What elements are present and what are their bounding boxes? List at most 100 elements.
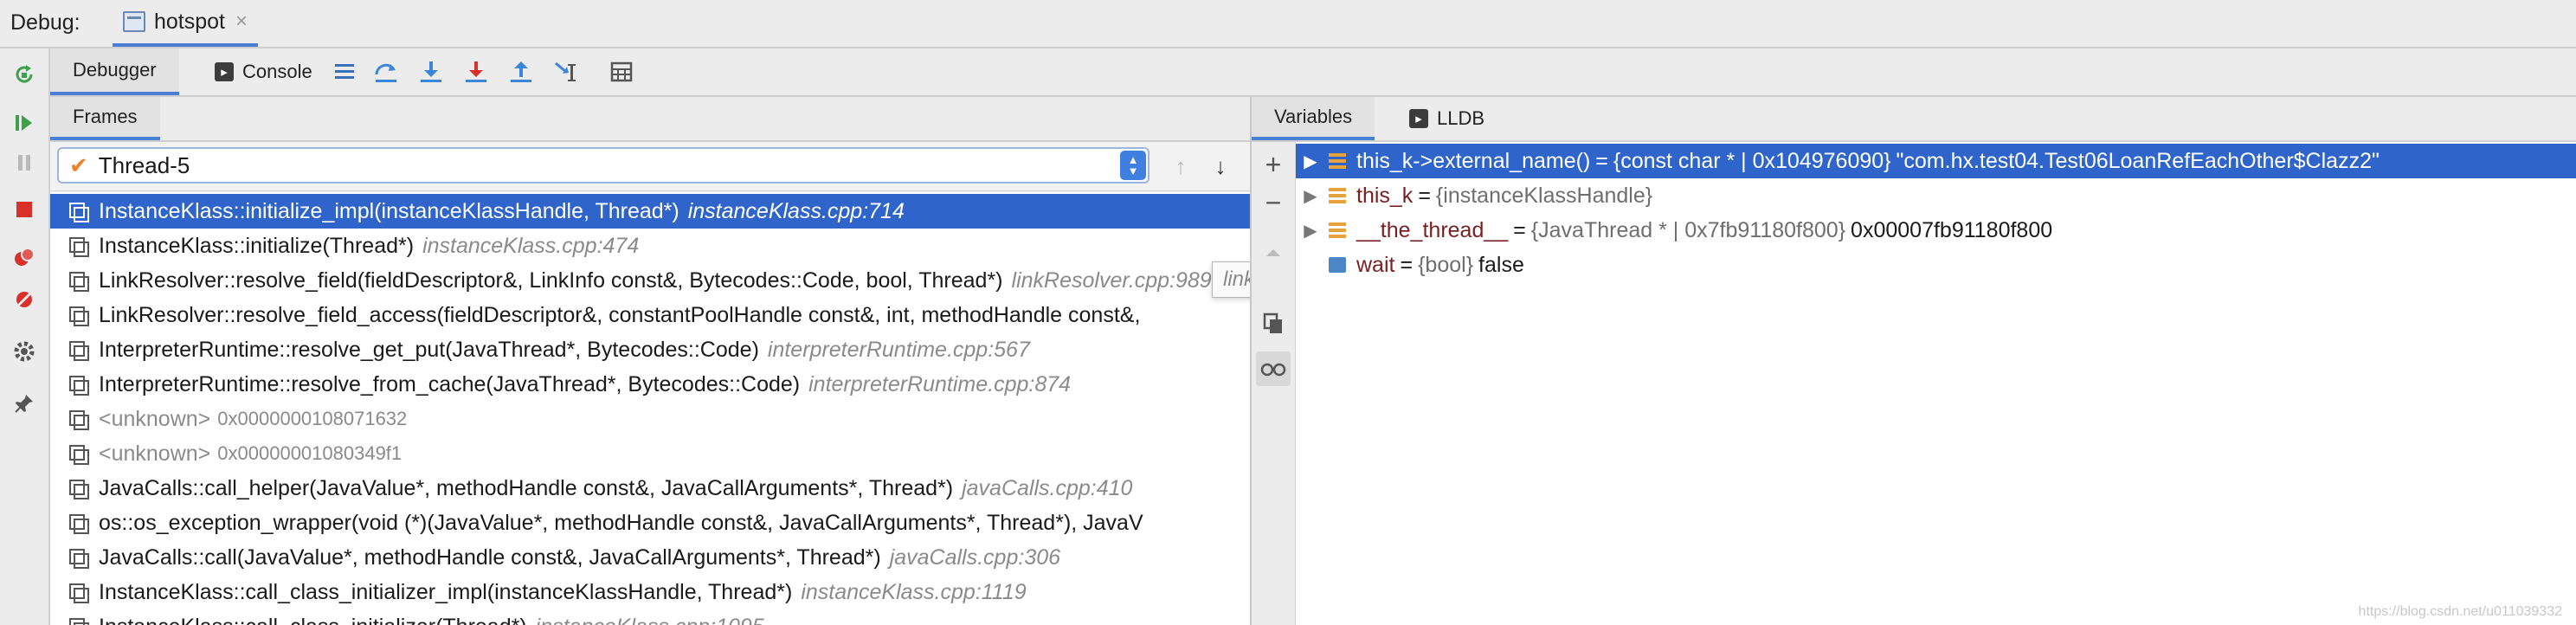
frame-row[interactable]: InstanceKlass::call_class_initializer(Th…	[50, 609, 1250, 625]
tab-frames-label: Frames	[73, 106, 138, 127]
close-tab-icon[interactable]: ×	[235, 10, 248, 34]
session-tab-hotspot[interactable]: hotspot ×	[113, 0, 259, 47]
stack-frame-icon	[69, 514, 89, 534]
frame-method: LinkResolver::resolve_field(fieldDescrip…	[99, 267, 1003, 293]
variable-name: this_k->external_name()	[1356, 148, 1591, 173]
variable-type: {instanceKlassHandle}	[1435, 183, 1653, 208]
variable-name: wait	[1356, 252, 1395, 277]
tab-frames[interactable]: Frames	[50, 97, 160, 140]
debug-label: Debug:	[10, 10, 80, 35]
tab-variables[interactable]: Variables	[1252, 97, 1375, 140]
variable-value: false	[1478, 252, 1524, 277]
resume-icon[interactable]	[7, 106, 42, 140]
frame-location: interpreterRuntime.cpp:567	[767, 337, 1030, 362]
stack-frame-icon	[69, 410, 89, 430]
frame-row[interactable]: InterpreterRuntime::resolve_get_put(Java…	[50, 332, 1250, 367]
expand-arrow-icon[interactable]: ▶	[1301, 185, 1320, 207]
frame-location: instanceKlass.cpp:714	[687, 198, 905, 223]
pause-icon[interactable]	[7, 145, 42, 180]
frames-header: Frames	[50, 97, 1250, 142]
frame-method: <unknown>	[99, 441, 211, 466]
stack-frame-icon	[69, 341, 89, 361]
mute-breakpoints-icon[interactable]	[7, 282, 42, 317]
step-into-icon[interactable]	[414, 55, 448, 89]
expand-arrow-icon[interactable]: ▶	[1301, 151, 1320, 172]
previous-frame-icon[interactable]: ↑	[1165, 151, 1196, 182]
glasses-icon[interactable]	[1256, 351, 1291, 386]
variable-row[interactable]: ▶ this_k = {instanceKlassHandle}	[1296, 178, 2576, 213]
view-breakpoints-icon[interactable]	[7, 241, 42, 275]
frame-row[interactable]: InstanceKlass::call_class_initializer_im…	[50, 575, 1250, 609]
tab-lldb-label: LLDB	[1437, 107, 1485, 129]
thread-select[interactable]: ✔ Thread-5 ▲ ▼	[57, 147, 1150, 184]
variable-name: __the_thread__	[1356, 217, 1509, 242]
variables-side-toolbar: + −	[1252, 142, 1296, 625]
console-icon: ▸	[215, 62, 234, 81]
evaluate-icon[interactable]	[604, 55, 639, 89]
next-frame-icon[interactable]: ↓	[1205, 151, 1236, 182]
expand-arrow-icon[interactable]: ▶	[1301, 220, 1320, 242]
variable-row[interactable]: wait = {bool} false	[1296, 248, 2576, 282]
session-tab-label: hotspot	[154, 9, 226, 34]
frame-location: instanceKlass.cpp:474	[422, 233, 640, 258]
remove-watch-icon[interactable]: −	[1256, 185, 1291, 220]
debugger-toolbar: Debugger ▸ Console	[50, 48, 2576, 97]
step-out-icon[interactable]	[504, 55, 538, 89]
frame-row[interactable]: LinkResolver::resolve_field_access(field…	[50, 298, 1250, 332]
debug-session-bar: Debug: hotspot ×	[0, 0, 2576, 48]
pin-icon[interactable]	[7, 386, 42, 421]
frame-row[interactable]: os::os_exception_wrapper(void (*)(JavaVa…	[50, 506, 1250, 540]
frame-row[interactable]: LinkResolver::resolve_field(fieldDescrip…	[50, 263, 1250, 298]
stack-frame-icon	[69, 445, 89, 465]
stack-frame-icon	[69, 272, 89, 292]
frame-row[interactable]: <unknown> 0x0000000108071632	[50, 402, 1250, 436]
frame-row[interactable]: InstanceKlass::initialize_impl(instanceK…	[50, 194, 1250, 229]
frame-row[interactable]: InterpreterRuntime::resolve_from_cache(J…	[50, 367, 1250, 402]
add-watch-icon[interactable]: +	[1256, 147, 1291, 182]
frame-location: javaCalls.cpp:306	[889, 544, 1061, 570]
stack-frame-icon	[69, 376, 89, 396]
up-icon[interactable]	[1256, 235, 1291, 270]
variable-row[interactable]: ▶ this_k->external_name() = {const char * |…	[1296, 144, 2576, 178]
force-step-into-icon[interactable]	[459, 55, 493, 89]
equals-sign: =	[1595, 148, 1608, 173]
stack-frame-icon	[69, 583, 89, 603]
frame-method: <unknown>	[99, 406, 211, 431]
watermark: https://blog.csdn.net/u011039332	[2358, 604, 2562, 619]
variable-value: "com.hx.test04.Test06LoanRefEachOther$Cl…	[1896, 148, 2380, 173]
frame-method: LinkResolver::resolve_field_access(field…	[99, 302, 1141, 327]
frame-row[interactable]: JavaCalls::call_helper(JavaValue*, metho…	[50, 471, 1250, 506]
frame-location: javaCalls.cpp:410	[962, 475, 1133, 500]
dropdown-arrow-icon[interactable]: ▲ ▼	[1120, 151, 1146, 180]
frame-location: interpreterRuntime.cpp:874	[808, 371, 1072, 396]
frame-location: instanceKlass.cpp:1119	[801, 579, 1027, 604]
thread-suspended-icon: ✔	[69, 151, 88, 178]
run-to-cursor-icon[interactable]	[549, 55, 583, 89]
tab-debugger[interactable]: Debugger	[50, 48, 179, 95]
frame-row[interactable]: <unknown> 0x00000001080349f1	[50, 436, 1250, 471]
tab-console[interactable]: ▸ Console	[206, 48, 321, 95]
step-over-icon[interactable]	[369, 55, 403, 89]
tab-variables-label: Variables	[1274, 106, 1353, 127]
variable-name: this_k	[1356, 183, 1414, 208]
frame-method: InterpreterRuntime::resolve_get_put(Java…	[99, 337, 759, 362]
frame-method: InterpreterRuntime::resolve_from_cache(J…	[99, 371, 801, 396]
stack-frame-icon	[69, 480, 89, 499]
settings-icon[interactable]	[7, 334, 42, 369]
field-variable-icon	[1329, 188, 1346, 203]
rerun-icon[interactable]	[7, 57, 42, 92]
frame-location: instanceKlass.cpp:1095	[536, 615, 764, 625]
frame-address: 0x0000000108071632	[217, 408, 408, 429]
frame-row[interactable]: InstanceKlass::initialize(Thread*) instan…	[50, 229, 1250, 263]
frame-method: InstanceKlass::initialize_impl(instanceK…	[99, 198, 679, 223]
field-variable-icon	[1329, 222, 1346, 238]
variable-type: {bool}	[1418, 252, 1474, 277]
frame-row[interactable]: JavaCalls::call(JavaValue*, methodHandle…	[50, 540, 1250, 575]
stop-icon[interactable]	[7, 192, 42, 227]
variable-type: {JavaThread * | 0x7fb91180f800}	[1530, 217, 1846, 242]
layout-icon[interactable]	[327, 55, 362, 89]
tab-lldb[interactable]: ▸ LLDB	[1401, 97, 1493, 140]
copy-icon[interactable]	[1256, 306, 1291, 341]
frame-method: InstanceKlass::call_class_initializer(Th…	[99, 615, 527, 625]
variable-row[interactable]: ▶ __the_thread__ = {JavaThread * | 0x7fb911…	[1296, 213, 2576, 248]
